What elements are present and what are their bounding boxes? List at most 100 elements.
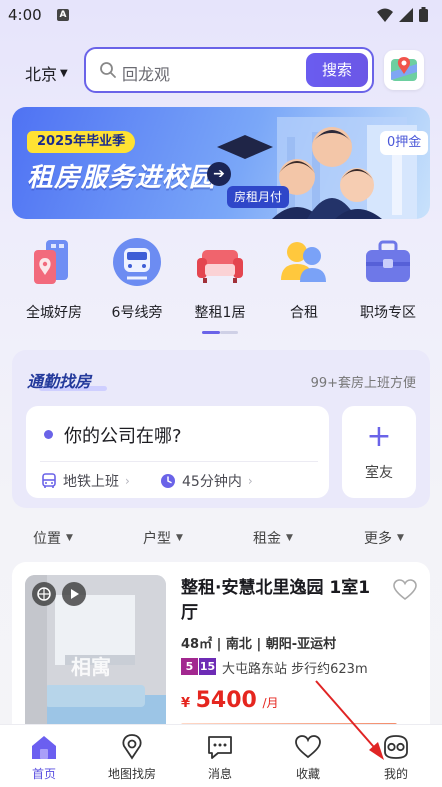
subway-line-15-badge: 15 (199, 658, 216, 675)
divider (40, 461, 318, 462)
nav-map-search[interactable]: 地图找房 (88, 734, 176, 782)
nav-messages[interactable]: 消息 (176, 734, 264, 782)
listing-title[interactable]: 整租·安慧北里逸园 1室1厅 (181, 576, 381, 626)
battery-icon (419, 7, 428, 22)
category-line6[interactable]: 6号线旁 (93, 236, 181, 322)
favorite-heart-icon[interactable] (393, 579, 417, 601)
meta-separator: | (251, 637, 266, 652)
category-label: 合租 (290, 305, 318, 321)
caret-down-icon: ▼ (397, 533, 404, 543)
status-bar: 4:00 A (0, 0, 442, 32)
filter-layout[interactable]: 户型 ▼ (143, 528, 183, 548)
chevron-right-icon: › (247, 474, 253, 488)
arrow-right-icon[interactable]: ➔ (207, 162, 231, 186)
signal-icon (399, 7, 413, 22)
zero-deposit-badge: 0押金 (380, 131, 429, 155)
filter-label: 位置 (33, 531, 61, 547)
map-icon (391, 57, 417, 81)
listing-meta: 48㎡ | 南北 | 朝阳-亚运村 (181, 633, 336, 652)
sofa-icon (197, 250, 243, 283)
filter-label: 户型 (143, 531, 171, 547)
commute-mode-label: 地铁上班 (63, 474, 119, 490)
caret-down-icon: ▼ (66, 533, 73, 543)
price-unit: /月 (262, 696, 279, 710)
listing-area: 48㎡ (181, 637, 213, 652)
play-video-icon[interactable] (62, 582, 86, 606)
nav-label: 地图找房 (107, 767, 156, 781)
roommates-icon (281, 242, 326, 282)
city-label: 北京 (25, 65, 58, 84)
heart-icon (295, 735, 321, 759)
listing-orientation: 南北 (225, 637, 252, 652)
commute-mode-option[interactable]: 地铁上班 › (41, 471, 130, 491)
chevron-right-icon: › (125, 474, 130, 488)
promo-banner[interactable]: 2025年毕业季 租房服务进校园 ➔ (12, 107, 430, 219)
search-icon (100, 62, 116, 78)
message-icon (208, 736, 232, 759)
nav-home[interactable]: 首页 (0, 734, 88, 782)
category-label: 全城好房 (26, 305, 82, 321)
nav-label: 收藏 (295, 767, 320, 781)
category-shared-rent[interactable]: 合租 (260, 236, 348, 322)
filter-more[interactable]: 更多 ▼ (364, 528, 404, 548)
filter-label: 租金 (253, 531, 281, 547)
map-pin-icon (122, 734, 142, 760)
commute-time-label: 45分钟内 (182, 474, 242, 490)
price-currency: ¥ (181, 696, 191, 711)
listing-watermark: 相寓 (71, 655, 111, 679)
category-city-houses[interactable]: 全城好房 (10, 236, 98, 322)
bus-icon (42, 473, 56, 488)
listing-district: 朝阳-亚运村 (265, 637, 337, 652)
nav-favorites[interactable]: 收藏 (264, 734, 352, 782)
nav-label: 消息 (207, 767, 232, 781)
status-time: 4:00 (8, 6, 42, 24)
category-label: 整租1居 (194, 305, 246, 321)
category-label: 职场专区 (360, 305, 416, 321)
plus-icon: + (366, 419, 392, 454)
city-house-icon (34, 240, 68, 284)
clock-icon (161, 474, 175, 488)
search-bar[interactable]: 回龙观 搜索 (84, 47, 374, 93)
filter-label: 更多 (364, 531, 392, 547)
station-distance: 大屯路东站 步行约623m (222, 662, 368, 677)
commute-subtitle: 99+套房上班方便 (310, 376, 416, 391)
nav-label: 首页 (31, 767, 56, 781)
category-workplace[interactable]: 职场专区 (344, 236, 432, 322)
category-label: 6号线旁 (111, 305, 163, 321)
subway-line-5-badge: 5 (181, 658, 198, 675)
banner-title: 租房服务进校园 (27, 163, 217, 193)
nav-label: 我的 (383, 767, 408, 781)
bullet-dot (44, 430, 53, 439)
carousel-indicator (220, 331, 238, 334)
search-button[interactable]: 搜索 (306, 53, 368, 87)
company-question[interactable]: 你的公司在哪? (64, 422, 182, 448)
caret-down-icon: ▼ (286, 533, 293, 543)
home-icon (32, 736, 56, 759)
search-input[interactable]: 回龙观 (122, 61, 170, 85)
vr-icon[interactable] (32, 582, 56, 606)
commute-time-option[interactable]: 45分钟内 › (160, 471, 253, 491)
caret-down-icon: ▼ (176, 533, 183, 543)
meta-separator: | (212, 637, 226, 652)
city-selector[interactable]: 北京 ▼ (25, 61, 68, 85)
system-icons (377, 7, 428, 22)
subway-train-icon (113, 238, 161, 286)
wifi-icon (377, 8, 393, 22)
roommate-button[interactable]: + 室友 (342, 406, 416, 498)
category-whole-1room[interactable]: 整租1居 (176, 236, 264, 322)
nav-profile[interactable]: 我的 (352, 734, 440, 782)
banner-tag: 2025年毕业季 (27, 131, 136, 153)
briefcase-icon (366, 240, 410, 282)
price-value: 5400 (195, 688, 257, 713)
filter-location[interactable]: 位置 ▼ (33, 528, 73, 548)
map-button[interactable] (384, 50, 424, 90)
roommate-label: 室友 (365, 465, 393, 481)
listing-price: ¥ 5400 /月 (181, 688, 278, 713)
filter-rent[interactable]: 租金 ▼ (253, 528, 293, 548)
rent-monthly-badge: 房租月付 (227, 186, 290, 208)
commute-title: 通勤找房 (27, 372, 92, 391)
carousel-indicator-active (202, 331, 220, 334)
profile-icon (384, 735, 408, 759)
caret-down-icon: ▼ (60, 67, 68, 79)
notification-icon: A (57, 9, 69, 21)
